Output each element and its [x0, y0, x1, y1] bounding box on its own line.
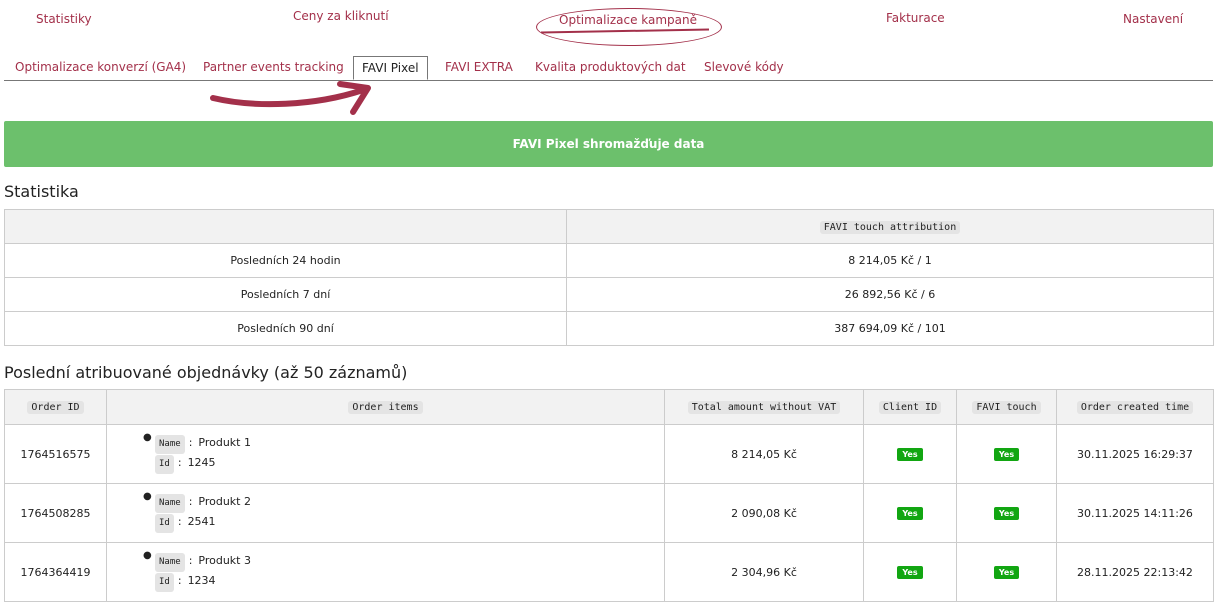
item-name-key: Name — [155, 553, 185, 572]
item-id-key: Id — [155, 455, 174, 474]
stats-header-row: FAVI touch attribution — [4, 209, 1214, 244]
nav-nastaveni[interactable]: Nastavení — [1123, 12, 1183, 26]
yes-badge: Yes — [993, 566, 1020, 579]
item-name: Produkt 3 — [198, 554, 251, 567]
yes-badge: Yes — [993, 507, 1020, 520]
client-id-cell: Yes — [863, 483, 957, 543]
order-id: 1764508285 — [4, 483, 107, 543]
nav-fakturace[interactable]: Fakturace — [886, 11, 945, 25]
bullet-icon: ● — [143, 432, 152, 443]
orders-table: Order ID Order items Total amount withou… — [4, 389, 1214, 602]
yes-badge: Yes — [993, 448, 1020, 461]
pointer-arrow-icon — [210, 81, 371, 115]
highlight-underline — [540, 28, 710, 34]
stats-period: Posledních 7 dní — [4, 277, 567, 312]
item-name-key: Name — [155, 494, 185, 513]
item-id: 1245 — [187, 456, 216, 469]
stats-value: 8 214,05 Kč / 1 — [566, 243, 1214, 278]
tab-favi-pixel[interactable]: FAVI Pixel — [353, 56, 428, 80]
top-nav: Statistiky Ceny za kliknutí Optimalizace… — [0, 0, 1217, 46]
nav-optimalizace-kampane[interactable]: Optimalizace kampaně — [559, 13, 697, 27]
stats-value: 26 892,56 Kč / 6 — [566, 277, 1214, 312]
col-total-amount: Total amount without VAT — [664, 389, 864, 425]
stats-period: Posledních 90 dní — [4, 311, 567, 346]
item-id: 2541 — [187, 515, 216, 528]
item-name: Produkt 1 — [198, 436, 251, 449]
table-row: Posledních 24 hodin 8 214,05 Kč / 1 — [4, 243, 1214, 278]
stats-title: Statistika — [4, 182, 79, 201]
table-row: Posledních 7 dní 26 892,56 Kč / 6 — [4, 277, 1214, 312]
bullet-icon: ● — [143, 491, 152, 502]
order-items: ● Name: Produkt 3 Id:1234 — [106, 542, 665, 602]
stats-header-favi-touch: FAVI touch attribution — [566, 209, 1214, 244]
item-id-key: Id — [155, 514, 174, 533]
item-name-key: Name — [155, 435, 185, 454]
col-order-id: Order ID — [4, 389, 107, 425]
tab-kvalita-produktovych-dat[interactable]: Kvalita produktových dat — [535, 56, 686, 79]
order-total: 8 214,05 Kč — [664, 424, 864, 484]
order-created: 28.11.2025 22:13:42 — [1056, 542, 1214, 602]
tab-bar: Optimalizace konverzí (GA4) Partner even… — [4, 56, 1213, 81]
favi-touch-cell: Yes — [956, 424, 1057, 484]
table-row: Posledních 90 dní 387 694,09 Kč / 101 — [4, 311, 1214, 346]
tab-favi-extra[interactable]: FAVI EXTRA — [445, 56, 513, 79]
orders-header-row: Order ID Order items Total amount withou… — [4, 389, 1214, 425]
item-name: Produkt 2 — [198, 495, 251, 508]
order-total: 2 090,08 Kč — [664, 483, 864, 543]
yes-badge: Yes — [897, 448, 923, 461]
stats-header-empty — [4, 209, 567, 244]
client-id-cell: Yes — [863, 542, 957, 602]
favi-touch-cell: Yes — [956, 483, 1057, 543]
col-client-id: Client ID — [863, 389, 957, 425]
table-row: 1764508285 ● Name: Produkt 2 Id:2541 2 09… — [4, 483, 1214, 543]
order-items: ● Name: Produkt 1 Id:1245 — [106, 424, 665, 484]
nav-statistiky[interactable]: Statistiky — [36, 12, 92, 26]
tab-slevove-kody[interactable]: Slevové kódy — [704, 56, 784, 79]
table-row: 1764364419 ● Name: Produkt 3 Id:1234 2 30… — [4, 542, 1214, 602]
col-favi-touch: FAVI touch — [956, 389, 1057, 425]
item-id-key: Id — [155, 573, 174, 592]
stats-value: 387 694,09 Kč / 101 — [566, 311, 1214, 346]
favi-touch-cell: Yes — [956, 542, 1057, 602]
order-id: 1764516575 — [4, 424, 107, 484]
col-order-items: Order items — [106, 389, 665, 425]
page: Statistiky Ceny za kliknutí Optimalizace… — [0, 0, 1217, 604]
nav-ceny-za-kliknuti[interactable]: Ceny za kliknutí — [293, 9, 389, 23]
client-id-cell: Yes — [863, 424, 957, 484]
order-created: 30.11.2025 16:29:37 — [1056, 424, 1214, 484]
item-id: 1234 — [187, 574, 216, 587]
order-id: 1764364419 — [4, 542, 107, 602]
table-row: 1764516575 ● Name: Produkt 1 Id:1245 8 21… — [4, 424, 1214, 484]
status-banner: FAVI Pixel shromažďuje data — [4, 121, 1213, 167]
col-order-created: Order created time — [1056, 389, 1214, 425]
tab-optimalizace-konverzi[interactable]: Optimalizace konverzí (GA4) — [15, 56, 186, 79]
order-created: 30.11.2025 14:11:26 — [1056, 483, 1214, 543]
yes-badge: Yes — [897, 566, 923, 579]
orders-title: Poslední atribuované objednávky (až 50 z… — [4, 363, 408, 382]
order-items: ● Name: Produkt 2 Id:2541 — [106, 483, 665, 543]
order-total: 2 304,96 Kč — [664, 542, 864, 602]
stats-period: Posledních 24 hodin — [4, 243, 567, 278]
stats-table: FAVI touch attribution Posledních 24 hod… — [4, 209, 1214, 346]
yes-badge: Yes — [897, 507, 923, 520]
bullet-icon: ● — [143, 550, 152, 561]
tab-partner-events-tracking[interactable]: Partner events tracking — [203, 56, 344, 79]
